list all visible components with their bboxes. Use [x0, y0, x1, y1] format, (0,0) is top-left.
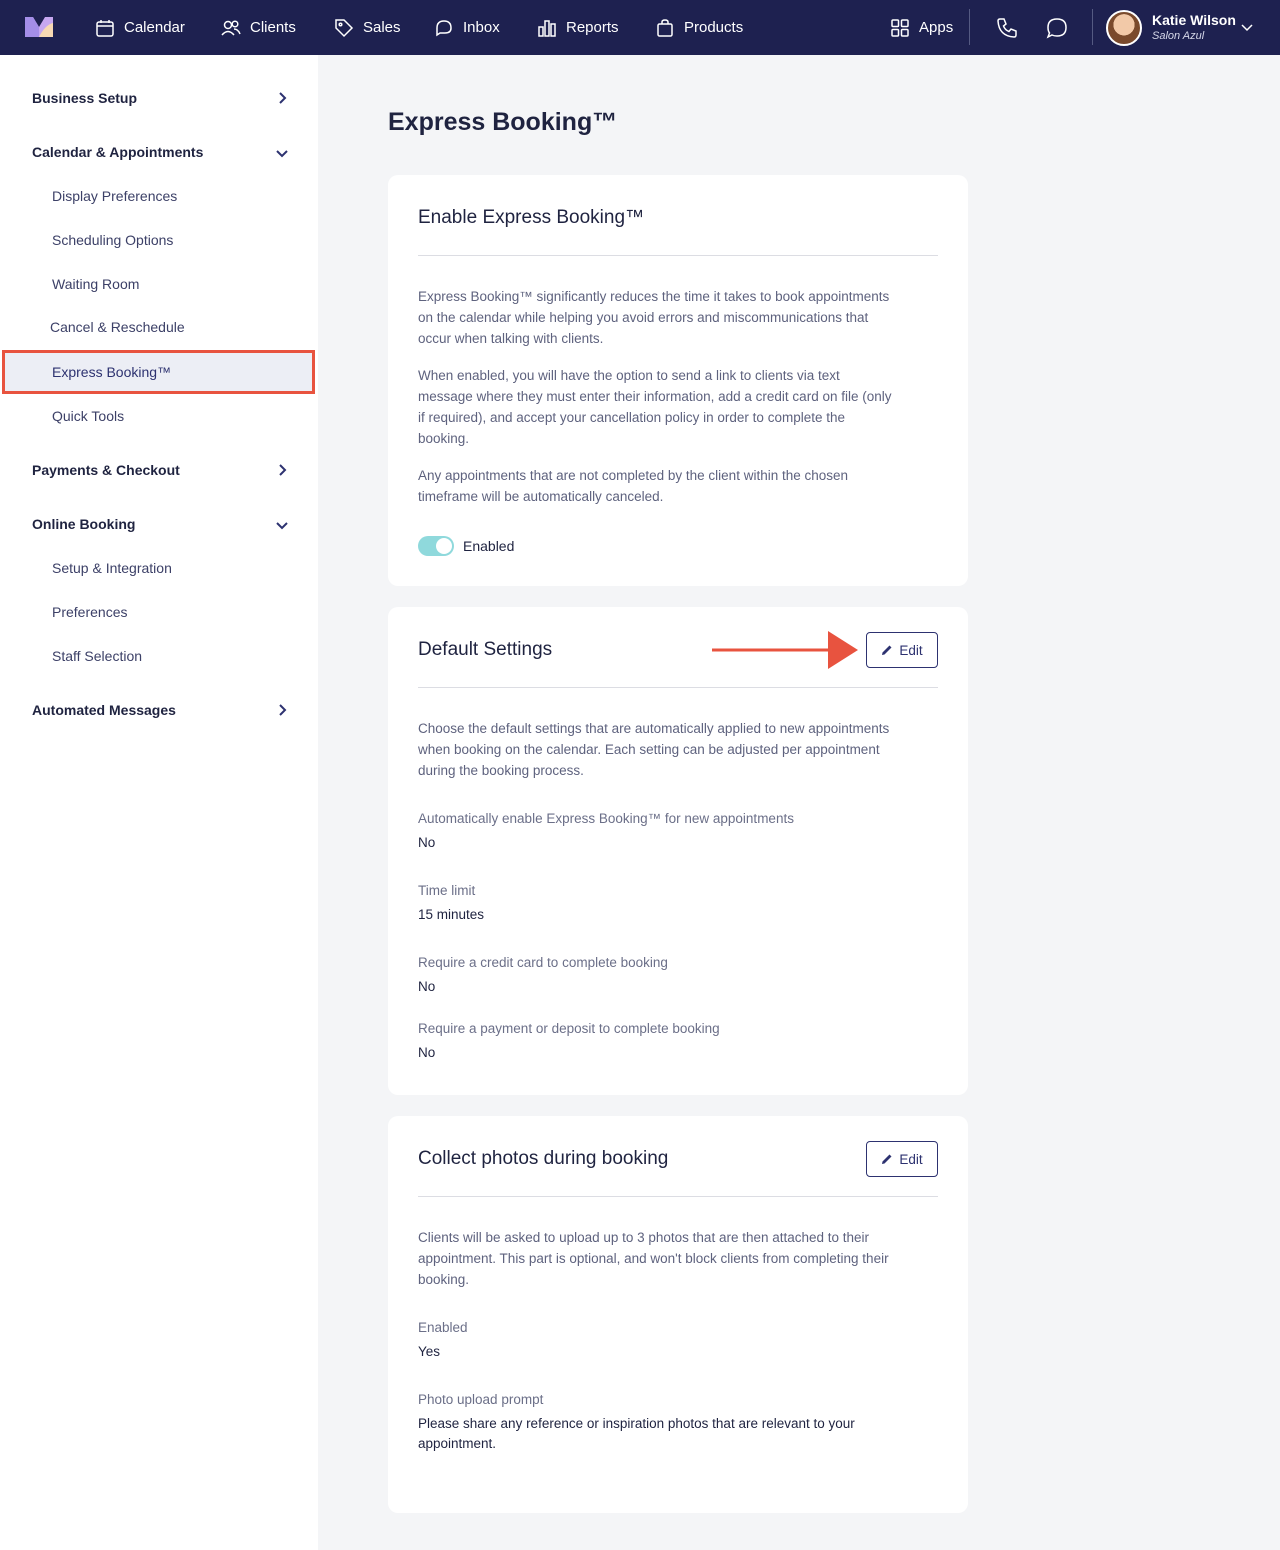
- enable-express-booking-card: Enable Express Booking™ Express Booking™…: [388, 175, 968, 586]
- nav-reports[interactable]: Reports: [537, 0, 619, 55]
- top-nav-bar: Calendar Clients Sales Inbox Reports Pro…: [0, 0, 1280, 55]
- edit-button-label: Edit: [899, 1151, 923, 1167]
- nav-calendar[interactable]: Calendar: [95, 0, 185, 55]
- nav-divider: [969, 9, 970, 45]
- calendar-icon: [96, 19, 114, 37]
- logo-icon[interactable]: [25, 17, 53, 37]
- nav-inbox-label: Inbox: [463, 19, 500, 36]
- sidebar-section-business-setup[interactable]: Business Setup: [32, 90, 137, 106]
- sidebar-item-display-preferences[interactable]: Display Preferences: [52, 188, 177, 204]
- pencil-icon: [882, 645, 892, 655]
- express-booking-toggle[interactable]: [418, 536, 454, 556]
- nav-reports-label: Reports: [566, 19, 619, 36]
- bar-chart-icon: [538, 19, 556, 37]
- field-value: Please share any reference or inspiratio…: [418, 1416, 855, 1451]
- nav-products-label: Products: [684, 19, 744, 36]
- chevron-right-icon[interactable]: [275, 703, 289, 717]
- card-paragraph: Any appointments that are not completed …: [418, 468, 849, 504]
- pencil-icon: [882, 1154, 892, 1164]
- sidebar-item-express-booking[interactable]: Express Booking™: [52, 364, 171, 380]
- settings-sidebar: Business Setup Calendar & Appointments D…: [0, 55, 318, 1550]
- card-title: Collect photos during booking: [418, 1148, 669, 1169]
- card-divider: [418, 255, 938, 256]
- nav-sales-label: Sales: [363, 19, 401, 36]
- edit-photos-button[interactable]: Edit: [866, 1141, 938, 1177]
- inbox-icon: [436, 19, 452, 36]
- sidebar-item-cancel-reschedule[interactable]: Cancel & Reschedule: [50, 319, 185, 335]
- user-salon: Salon Azul: [1152, 30, 1205, 42]
- nav-calendar-label: Calendar: [124, 19, 185, 36]
- field-value: Yes: [418, 1344, 441, 1359]
- annotation-arrow-icon: [712, 631, 858, 669]
- default-settings-card: Default Settings Edit Choose the default…: [388, 607, 968, 1095]
- sidebar-item-setup-integration[interactable]: Setup & Integration: [52, 560, 172, 576]
- sidebar-section-payments-checkout[interactable]: Payments & Checkout: [32, 462, 180, 478]
- sidebar-item-staff-selection[interactable]: Staff Selection: [52, 648, 142, 664]
- sidebar-item-scheduling-options[interactable]: Scheduling Options: [52, 232, 173, 248]
- edit-default-settings-button[interactable]: Edit: [866, 632, 938, 668]
- nav-apps[interactable]: Apps: [890, 0, 953, 55]
- nav-sales[interactable]: Sales: [334, 0, 401, 55]
- chevron-down-icon[interactable]: [275, 518, 289, 532]
- field-label: Time limit: [418, 883, 476, 898]
- card-description: Choose the default settings that are aut…: [418, 721, 890, 778]
- shopping-bag-icon: [657, 18, 673, 37]
- field-label: Require a credit card to complete bookin…: [418, 955, 668, 970]
- chevron-down-icon[interactable]: [275, 146, 289, 160]
- sidebar-item-preferences[interactable]: Preferences: [52, 604, 127, 620]
- phone-icon[interactable]: [995, 16, 1019, 40]
- chevron-right-icon[interactable]: [275, 91, 289, 105]
- collect-photos-card: Collect photos during booking Edit Clien…: [388, 1116, 968, 1513]
- card-divider: [418, 1196, 938, 1197]
- page-title: Express Booking™: [388, 108, 618, 136]
- nav-inbox[interactable]: Inbox: [434, 0, 500, 55]
- sidebar-section-calendar-appointments[interactable]: Calendar & Appointments: [32, 144, 203, 160]
- users-icon: [221, 19, 241, 36]
- nav-apps-label: Apps: [919, 19, 954, 36]
- field-value: 15 minutes: [418, 907, 485, 922]
- card-title: Default Settings: [418, 639, 553, 660]
- card-description: Clients will be asked to upload up to 3 …: [418, 1230, 889, 1287]
- sidebar-section-online-booking[interactable]: Online Booking: [32, 516, 135, 532]
- field-label: Require a payment or deposit to complete…: [418, 1021, 720, 1036]
- tag-icon: [335, 18, 354, 37]
- edit-button-label: Edit: [899, 642, 923, 658]
- chevron-right-icon[interactable]: [275, 463, 289, 477]
- nav-clients[interactable]: Clients: [221, 0, 296, 55]
- sidebar-item-waiting-room[interactable]: Waiting Room: [52, 276, 139, 292]
- field-label: Enabled: [418, 1320, 468, 1335]
- sidebar-item-quick-tools[interactable]: Quick Tools: [52, 408, 124, 424]
- sidebar-section-automated-messages[interactable]: Automated Messages: [32, 702, 176, 718]
- user-name[interactable]: Katie Wilson: [1152, 12, 1236, 28]
- card-paragraph: When enabled, you will have the option t…: [418, 368, 892, 446]
- nav-clients-label: Clients: [250, 19, 296, 36]
- apps-grid-icon: [891, 18, 909, 37]
- avatar[interactable]: [1106, 10, 1142, 46]
- field-value: No: [418, 979, 436, 994]
- chevron-down-icon[interactable]: [1240, 20, 1254, 34]
- field-label: Automatically enable Express Booking™ fo…: [418, 811, 794, 826]
- field-value: No: [418, 835, 436, 850]
- card-divider: [418, 687, 938, 688]
- card-title: Enable Express Booking™: [418, 207, 645, 228]
- field-label: Photo upload prompt: [418, 1392, 544, 1407]
- nav-products[interactable]: Products: [655, 0, 743, 55]
- chat-icon[interactable]: [1045, 16, 1069, 40]
- nav-divider: [1092, 9, 1093, 45]
- field-value: No: [418, 1045, 436, 1060]
- card-paragraph: Express Booking™ significantly reduces t…: [418, 289, 890, 346]
- toggle-label: Enabled: [463, 538, 515, 554]
